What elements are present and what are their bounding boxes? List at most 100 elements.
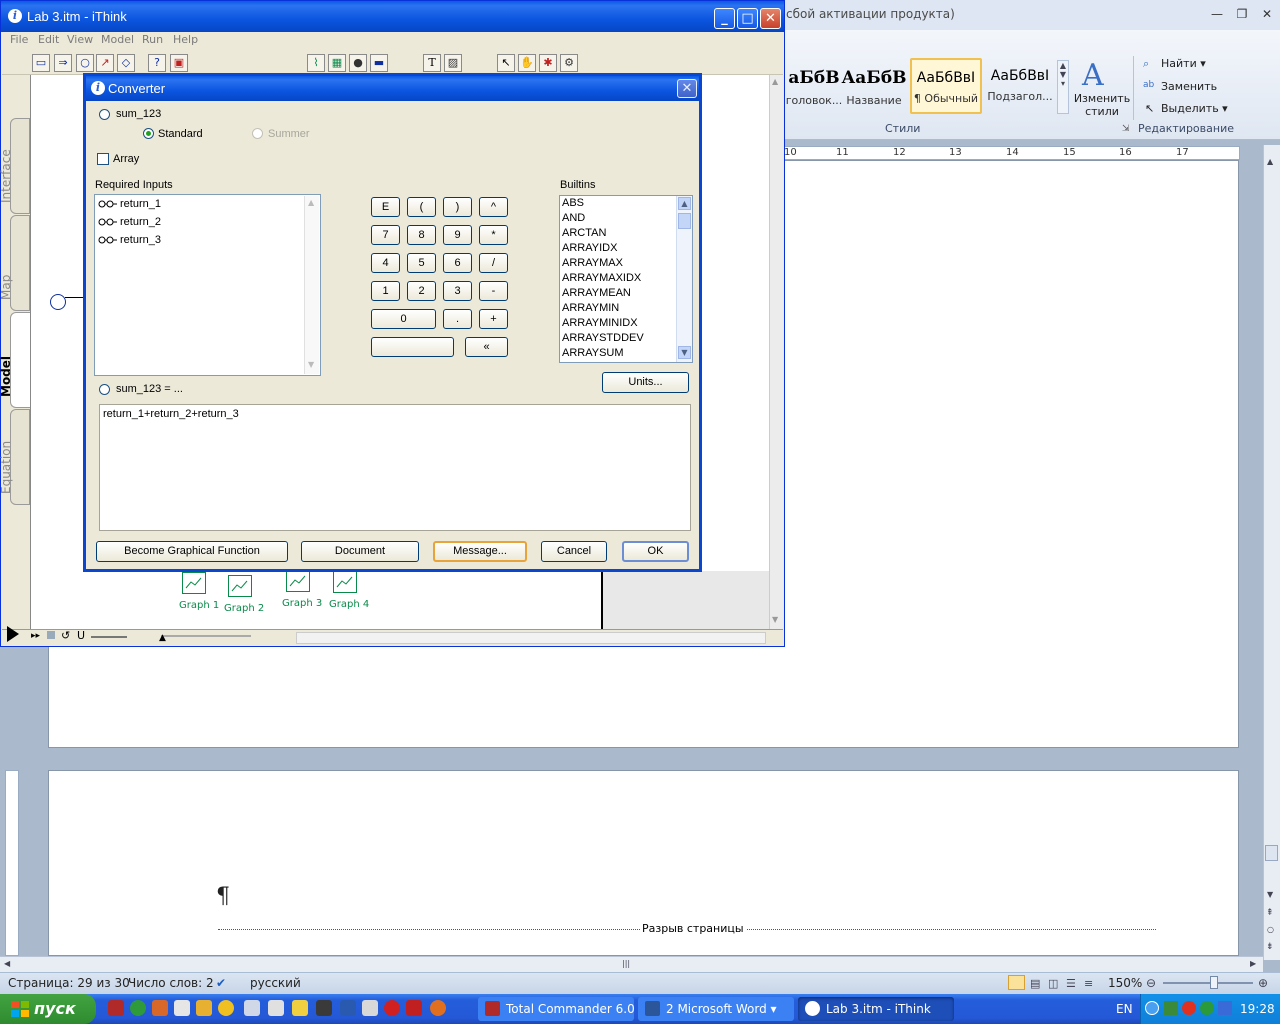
- restore-icon[interactable]: ❐: [1233, 6, 1251, 22]
- draft-view-icon[interactable]: ≡: [1084, 977, 1093, 990]
- converter-titlebar[interactable]: [86, 76, 699, 101]
- find-button[interactable]: ⌕ Найти ▾: [1143, 57, 1206, 70]
- standard-radio[interactable]: [143, 128, 154, 139]
- task-ithink[interactable]: Lab 3.itm - iThink: [798, 997, 954, 1021]
- graph-icon[interactable]: [228, 575, 252, 597]
- builtin-item[interactable]: ARRAYSUM: [562, 347, 624, 359]
- clock[interactable]: 19:28: [1240, 1002, 1275, 1016]
- style-tile-subtitle[interactable]: АаБбВвI Подзагол...: [984, 58, 1056, 114]
- spelling-check-icon[interactable]: ✔: [216, 976, 226, 990]
- quicklaunch-firefox-icon[interactable]: [430, 1000, 446, 1016]
- key-2[interactable]: 2: [407, 281, 436, 301]
- quicklaunch-app-icon[interactable]: [196, 1000, 212, 1016]
- close-icon[interactable]: ✕: [1258, 6, 1276, 22]
- close-icon[interactable]: ✕: [677, 79, 697, 98]
- zoom-out-icon[interactable]: ⊖: [1146, 976, 1156, 990]
- status-words[interactable]: Число слов: 2: [128, 976, 214, 990]
- tray-app-icon[interactable]: [1182, 1001, 1196, 1015]
- delete-tool-icon[interactable]: ▣: [170, 54, 188, 72]
- u-icon[interactable]: U: [77, 629, 85, 642]
- scroll-left-icon[interactable]: ◀: [4, 959, 10, 968]
- next-page-icon[interactable]: ⇟: [1266, 942, 1274, 952]
- builtin-item[interactable]: AND: [562, 212, 585, 224]
- become-graphical-function-button[interactable]: Become Graphical Function: [96, 541, 288, 562]
- zoom-level[interactable]: 150%: [1108, 976, 1142, 990]
- quicklaunch-total-commander-icon[interactable]: [108, 1000, 124, 1016]
- tab-interface[interactable]: Interface: [0, 118, 30, 214]
- scroll-up-icon[interactable]: ▲: [772, 77, 778, 86]
- key-5[interactable]: 5: [407, 253, 436, 273]
- scroll-down-icon[interactable]: ▼: [308, 360, 314, 369]
- menu-view[interactable]: View: [67, 33, 93, 46]
- quicklaunch-acrobat-icon[interactable]: [406, 1000, 422, 1016]
- builtin-item[interactable]: ARCTAN: [562, 227, 606, 239]
- key-8[interactable]: 8: [407, 225, 436, 245]
- picture-tool-icon[interactable]: ▨: [444, 54, 462, 72]
- canvas-vertical-scrollbar[interactable]: ▲ ▼: [769, 75, 783, 629]
- stop-icon[interactable]: [47, 631, 55, 639]
- button-tool-icon[interactable]: ▬: [370, 54, 388, 72]
- stock-tool-icon[interactable]: ▭: [32, 54, 50, 72]
- key-7[interactable]: 7: [371, 225, 400, 245]
- language-indicator[interactable]: EN: [1116, 1002, 1133, 1016]
- scroll-down-icon[interactable]: ▼: [772, 615, 778, 624]
- previous-page-icon[interactable]: ⇞: [1266, 908, 1274, 918]
- speed-slider[interactable]: [91, 636, 127, 638]
- builtins-list[interactable]: ABS AND ARCTAN ARRAYIDX ARRAYMAX ARRAYMA…: [559, 195, 693, 363]
- print-layout-view-icon[interactable]: [1008, 975, 1025, 990]
- scroll-thumb[interactable]: [1265, 845, 1278, 861]
- select-button[interactable]: ↖ Выделить ▾: [1143, 102, 1228, 115]
- scroll-right-icon[interactable]: ▶: [1250, 959, 1256, 968]
- task-total-commander[interactable]: Total Commander 6.0...: [478, 997, 634, 1021]
- builtin-item[interactable]: ABS: [562, 197, 584, 209]
- horizontal-scrollbar[interactable]: ◀ ||| ▶: [0, 956, 1263, 972]
- outline-view-icon[interactable]: ☰: [1066, 977, 1076, 990]
- tray-app-icon[interactable]: [1200, 1001, 1214, 1015]
- web-layout-icon[interactable]: ◫: [1048, 977, 1058, 990]
- scroll-down-icon[interactable]: ▼: [1267, 890, 1273, 899]
- key-0[interactable]: 0: [371, 309, 436, 329]
- scroll-down-icon[interactable]: ▼: [678, 346, 691, 359]
- name-radio[interactable]: [99, 109, 110, 120]
- tab-equation[interactable]: Equation: [0, 409, 30, 505]
- key-9[interactable]: 9: [443, 225, 472, 245]
- scroll-thumb[interactable]: [678, 213, 691, 229]
- builtin-item[interactable]: ARRAYMAX: [562, 257, 623, 269]
- key-plus[interactable]: +: [479, 309, 508, 329]
- numeric-display-icon[interactable]: ●: [349, 54, 367, 72]
- style-tile-title[interactable]: АаБбВ Название: [840, 58, 908, 114]
- message-button[interactable]: Message...: [433, 541, 527, 562]
- canvas-horizontal-scrollbar[interactable]: [296, 632, 766, 644]
- cancel-button[interactable]: Cancel: [541, 541, 607, 562]
- quicklaunch-app-icon[interactable]: [268, 1000, 284, 1016]
- graph-icon[interactable]: [286, 570, 310, 592]
- pointer-tool-icon[interactable]: ↖: [497, 54, 515, 72]
- restore-run-icon[interactable]: ↺: [61, 629, 70, 642]
- hand-tool-icon[interactable]: ✋: [518, 54, 536, 72]
- quicklaunch-icq-icon[interactable]: [130, 1000, 146, 1016]
- vertical-ruler[interactable]: [5, 770, 19, 956]
- quicklaunch-app-icon[interactable]: [152, 1000, 168, 1016]
- quicklaunch-app-icon[interactable]: [174, 1000, 190, 1016]
- scroll-thumb-grip[interactable]: |||: [622, 959, 630, 968]
- table-tool-icon[interactable]: ▦: [328, 54, 346, 72]
- zoom-in-icon[interactable]: ⊕: [1258, 976, 1268, 990]
- converter-node-icon[interactable]: [50, 294, 66, 310]
- select-browse-object-icon[interactable]: ○: [1267, 925, 1274, 934]
- builtin-item[interactable]: ARRAYMIN: [562, 302, 619, 314]
- builtin-item[interactable]: ARRAYMINIDX: [562, 317, 638, 329]
- help-tool-icon[interactable]: ?: [148, 54, 166, 72]
- tab-model[interactable]: Model: [0, 312, 30, 408]
- tray-app-icon[interactable]: [1218, 1001, 1232, 1015]
- key-minus[interactable]: -: [479, 281, 508, 301]
- change-styles-button[interactable]: Изменить стили: [1072, 92, 1132, 118]
- run-icon[interactable]: [7, 626, 19, 642]
- tab-map[interactable]: Map: [0, 215, 30, 311]
- list-scrollbar[interactable]: ▲ ▼: [304, 196, 319, 374]
- key-6[interactable]: 6: [443, 253, 472, 273]
- key-divide[interactable]: /: [479, 253, 508, 273]
- time-slider[interactable]: [161, 635, 251, 637]
- full-screen-reading-icon[interactable]: ▤: [1030, 977, 1040, 990]
- menu-help[interactable]: Help: [173, 33, 198, 46]
- key-space[interactable]: [371, 337, 454, 357]
